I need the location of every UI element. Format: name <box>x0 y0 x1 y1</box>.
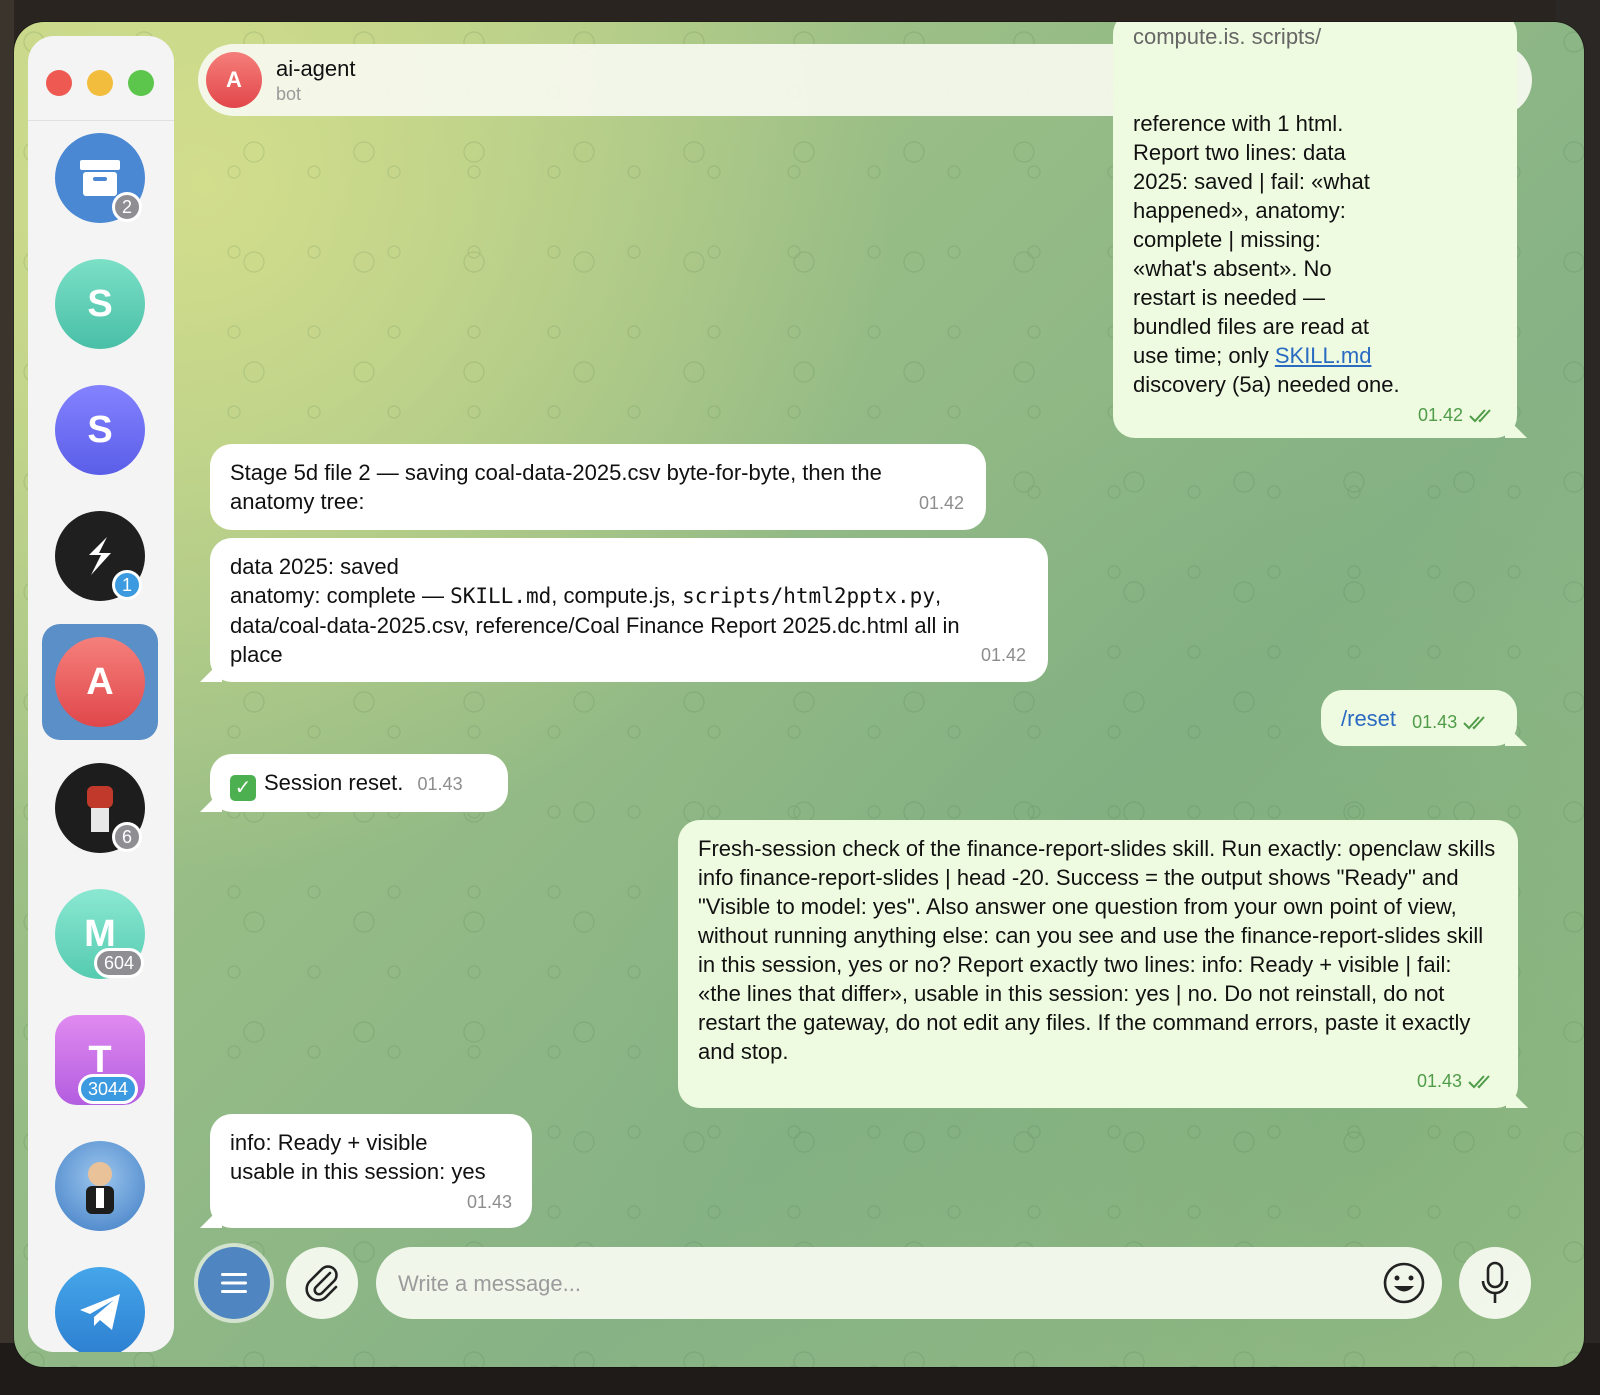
message-text: , <box>934 583 942 608</box>
bubble-tail <box>200 660 222 682</box>
emoji-button[interactable] <box>1380 1259 1428 1307</box>
paperclip-icon <box>305 1265 338 1302</box>
bubble-tail <box>1505 416 1527 438</box>
emoji-icon <box>1383 1262 1425 1304</box>
message-text-line: complete | missing: <box>1133 227 1321 252</box>
message-text: use time; only <box>1133 343 1275 368</box>
avatar: S <box>55 259 145 349</box>
message-text-line: anatomy: complete — SKILL.md, compute.js… <box>230 581 1028 611</box>
message-input[interactable] <box>396 1263 1360 1305</box>
message-outgoing[interactable]: Fresh-session check of the finance-repor… <box>678 820 1528 1108</box>
message-text-line: info: Ready + visible <box>230 1130 428 1155</box>
sidebar-item-chat-s-purple[interactable]: S <box>42 372 158 488</box>
message-text: Stage 5d file 2 — saving coal-data-2025.… <box>230 460 882 514</box>
read-check-icon <box>1468 1074 1490 1088</box>
sidebar-item-archive[interactable]: 2 <box>42 120 158 236</box>
message-meta: 01.43 <box>1412 708 1491 737</box>
message-time: 01.43 <box>417 774 463 794</box>
message-incoming[interactable]: Stage 5d file 2 — saving coal-data-2025.… <box>210 444 986 530</box>
chat-avatar[interactable]: A <box>206 52 262 108</box>
message-time: 01.43 <box>1416 1071 1462 1091</box>
message-outgoing[interactable]: compute.is. scripts/ reference with 1 ht… <box>1113 22 1527 438</box>
message-hidden-area <box>1133 51 1497 109</box>
window-minimize-button[interactable] <box>87 70 113 96</box>
message-text: , compute.js, <box>551 583 683 608</box>
message-text: Fresh-session check of the finance-repor… <box>698 836 1496 1064</box>
chat-subtitle: bot <box>276 84 302 104</box>
message-text-line: reference with 1 html. <box>1133 111 1344 136</box>
message-meta: 01.42 <box>1133 401 1497 430</box>
message-meta: 01.43 <box>230 1188 512 1217</box>
message-time: 01.43 <box>1412 712 1458 732</box>
message-incoming[interactable]: info: Ready + visible usable in this ses… <box>200 1114 532 1228</box>
voice-message-button[interactable] <box>1459 1247 1531 1319</box>
read-check-icon <box>1469 408 1491 422</box>
message-time: 01.42 <box>980 645 1026 665</box>
unread-badge: 6 <box>112 822 143 852</box>
message-time: 01.42 <box>918 493 964 513</box>
message-text-line: data/coal-data-2025.csv, reference/Coal … <box>230 613 960 667</box>
message-time: 01.43 <box>466 1192 512 1212</box>
chat-title: ai-agent <box>276 56 356 81</box>
avatar: S <box>55 385 145 475</box>
window-zoom-button[interactable] <box>128 70 154 96</box>
message-text-line: bundled files are read at <box>1133 314 1370 339</box>
inline-code: scripts/html2pptx.py <box>682 584 935 608</box>
bubble-tail <box>200 790 222 812</box>
skill-md-link[interactable]: SKILL.md <box>1275 343 1372 368</box>
message-incoming[interactable]: data 2025: saved anatomy: complete — SKI… <box>200 538 1048 682</box>
message-time: 01.42 <box>1417 405 1463 425</box>
telegram-icon <box>55 1267 145 1352</box>
unread-badge: 2 <box>112 192 143 222</box>
message-text-line: happened», anatomy: <box>1133 198 1346 223</box>
microphone-icon <box>1481 1261 1509 1303</box>
attach-button[interactable] <box>286 1247 358 1319</box>
bubble-tail <box>200 1206 222 1228</box>
message-text-line: data 2025: saved <box>230 554 399 579</box>
message-text-line: use time; only SKILL.md <box>1133 341 1497 370</box>
sidebar-item-chat-dark-logo[interactable]: 1 <box>42 498 158 614</box>
sidebar-item-chat-ai-agent[interactable]: A <box>42 624 158 740</box>
message-text: Session reset. <box>264 770 404 795</box>
unread-badge: 604 <box>94 948 145 978</box>
message-text-line: usable in this session: yes <box>230 1159 486 1184</box>
message-text-partial: compute.is. scripts/ <box>1133 24 1322 49</box>
unread-badge: 3044 <box>78 1074 139 1104</box>
sidebar-item-chat-s-teal[interactable]: S <box>42 246 158 362</box>
message-text: anatomy: complete — <box>230 583 451 608</box>
message-outgoing[interactable]: /reset 01.43 <box>1321 690 1527 746</box>
desktop-background-left <box>0 0 14 1395</box>
avatar: A <box>55 637 145 727</box>
unread-badge: 1 <box>112 570 143 600</box>
chat-list-sidebar: 2 S S 1 A 6 M 604 T 3044 <box>28 36 174 1352</box>
bot-command-link[interactable]: /reset <box>1341 706 1396 731</box>
message-text-line: discovery (5a) needed one. <box>1133 372 1400 397</box>
message-text-line: restart is needed — <box>1133 285 1325 310</box>
check-mark-icon: ✓ <box>230 775 256 801</box>
message-text-line: «what's absent». No <box>1133 256 1332 281</box>
read-check-icon <box>1463 715 1485 729</box>
menu-icon <box>221 1273 247 1293</box>
telegram-window: 2 S S 1 A 6 M 604 T 3044 A ai-agent bot … <box>14 22 1584 1367</box>
sidebar-item-chat-cartoon[interactable] <box>42 1128 158 1244</box>
cartoon-avatar-icon <box>55 1141 145 1231</box>
bot-menu-button[interactable] <box>198 1247 270 1319</box>
message-incoming[interactable]: ✓ Session reset. 01.43 <box>200 754 508 812</box>
bubble-tail <box>1505 724 1527 746</box>
message-text-line: Report two lines: data <box>1133 140 1346 165</box>
message-meta: 01.43 <box>1417 1067 1496 1096</box>
bubble-tail <box>1506 1086 1528 1108</box>
window-close-button[interactable] <box>46 70 72 96</box>
sidebar-item-chat-fist[interactable]: 6 <box>42 750 158 866</box>
message-text-line: 2025: saved | fail: «what <box>1133 169 1370 194</box>
sidebar-item-chat-m[interactable]: M 604 <box>42 876 158 992</box>
message-input-container <box>376 1247 1442 1319</box>
sidebar-item-chat-t[interactable]: T 3044 <box>42 1002 158 1118</box>
inline-code: SKILL.md <box>450 584 552 608</box>
sidebar-item-telegram[interactable] <box>42 1254 158 1352</box>
